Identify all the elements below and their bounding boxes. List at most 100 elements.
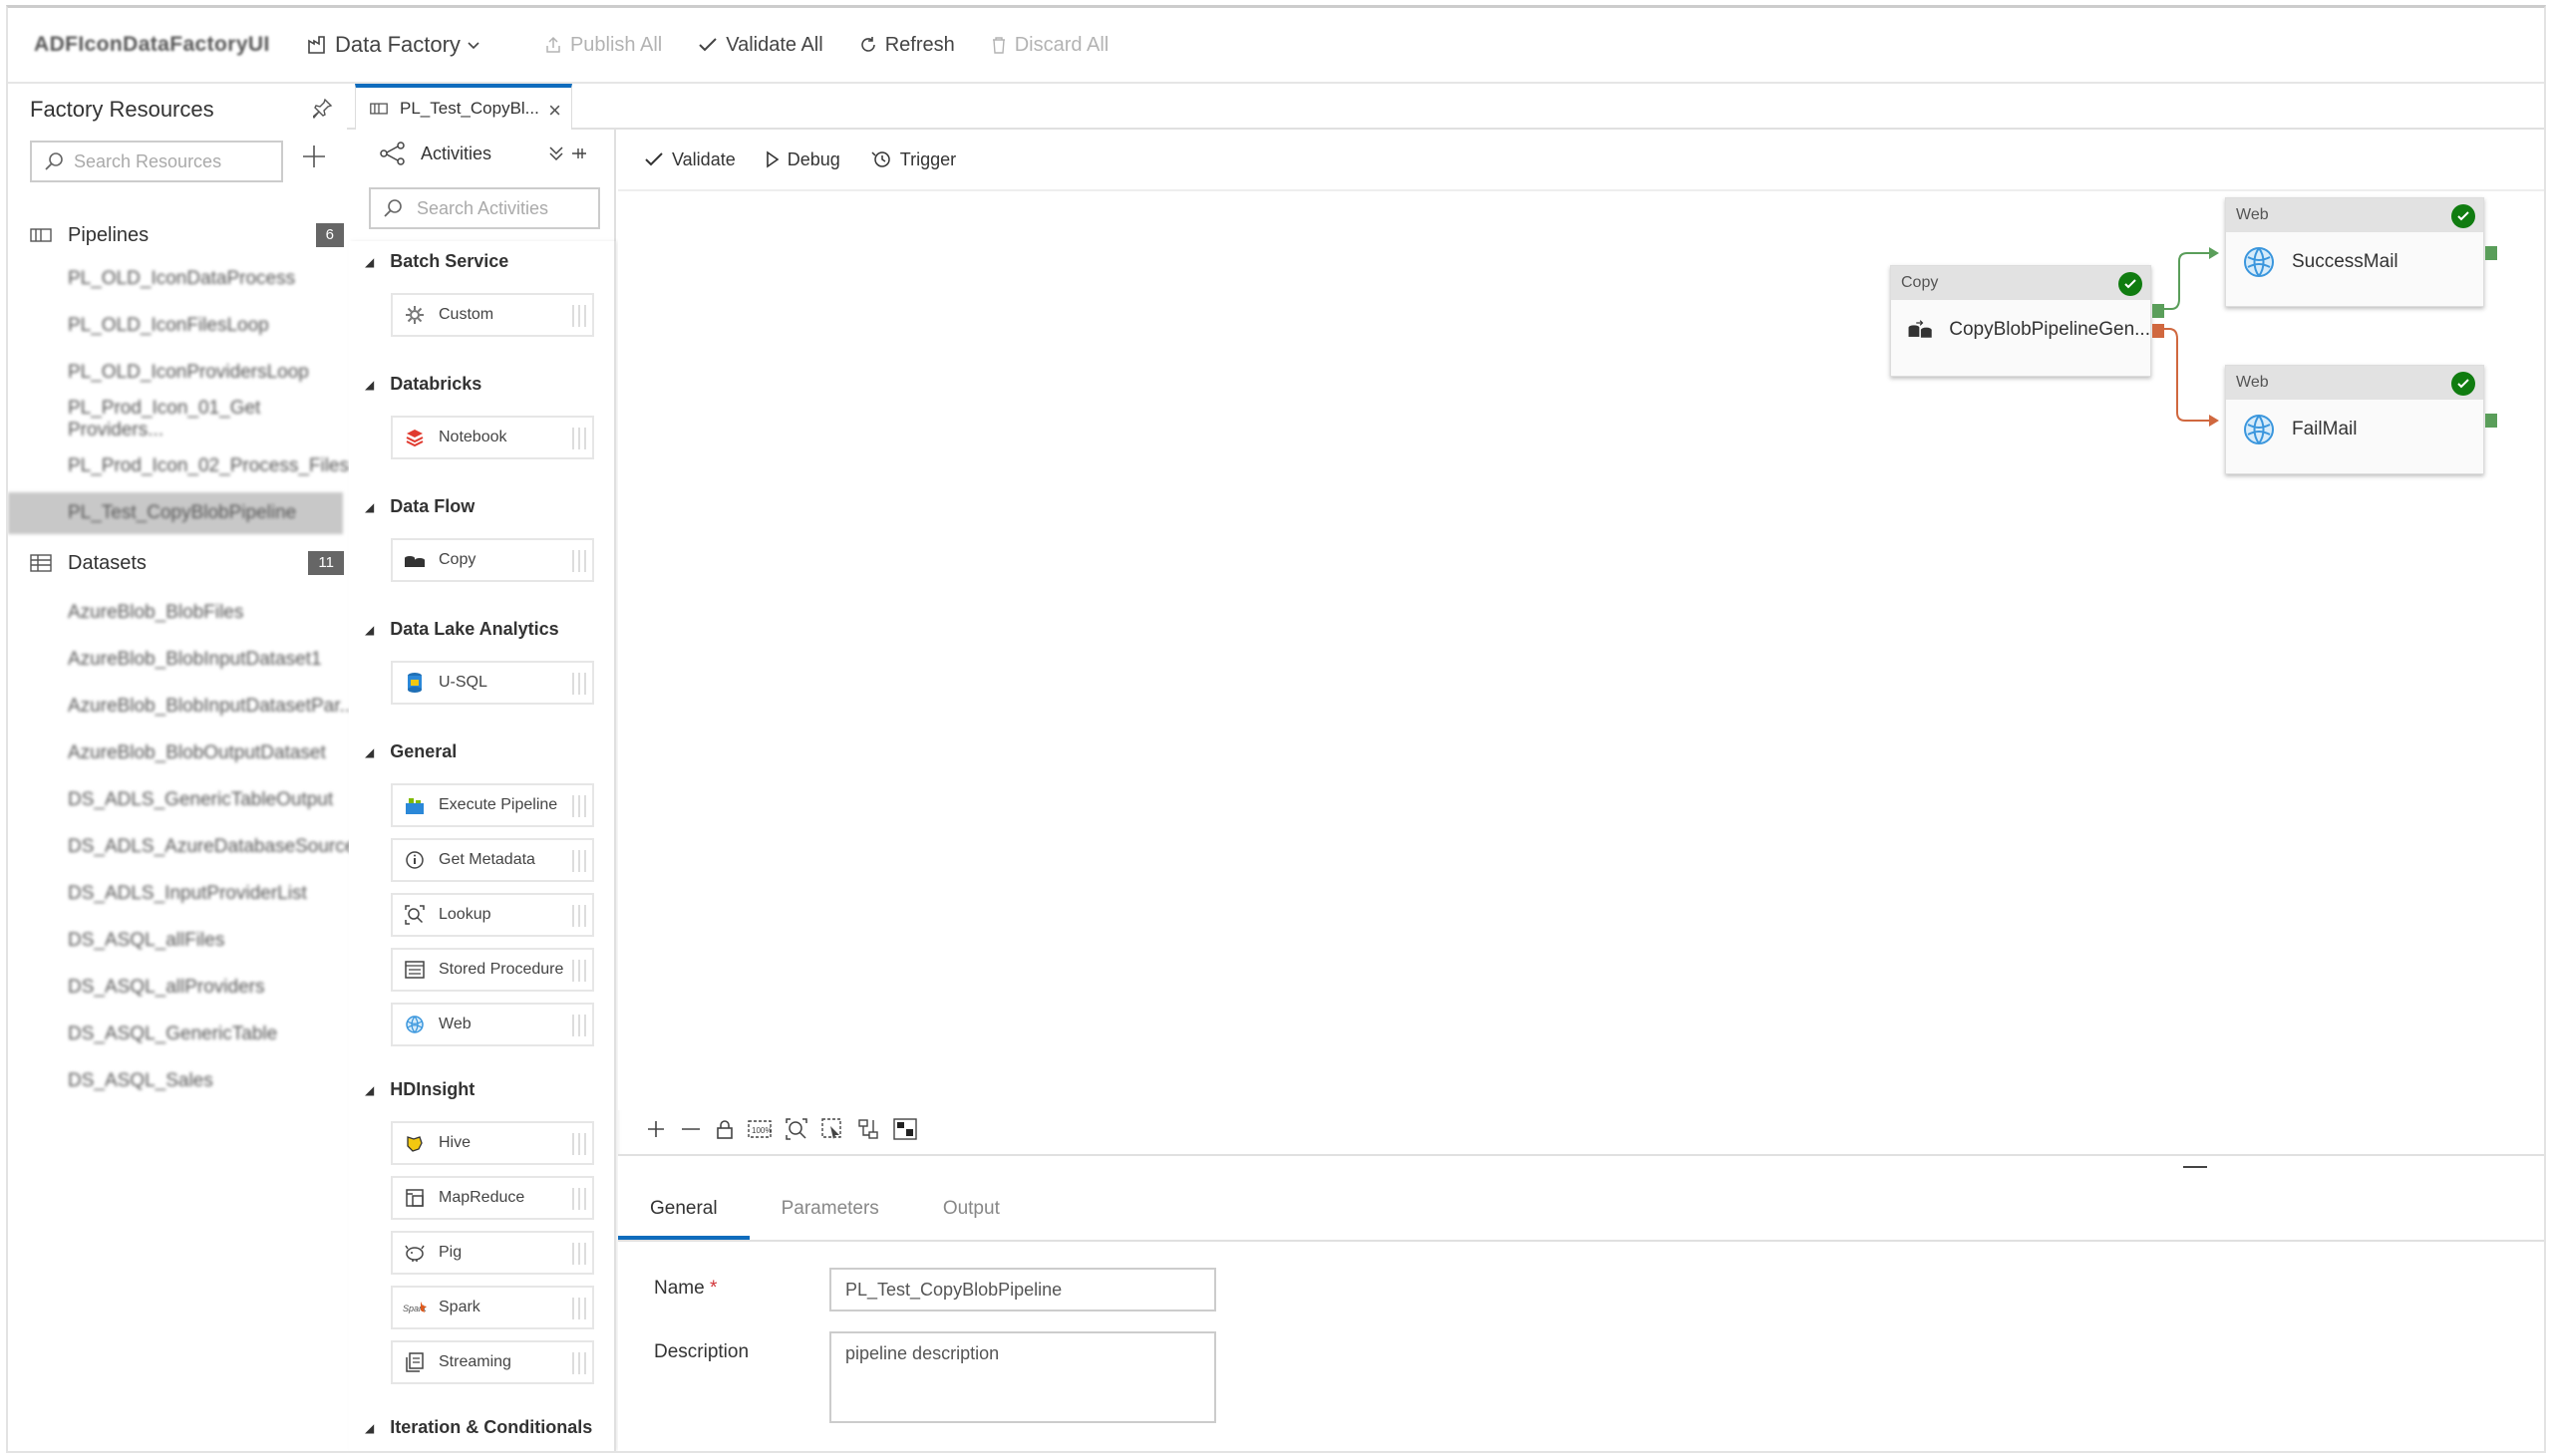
pipeline-description-input[interactable]: pipeline description <box>829 1331 1216 1423</box>
pin-icon[interactable] <box>313 98 333 120</box>
collapse-triangle-icon[interactable]: ◢ <box>365 745 374 759</box>
collapse-triangle-icon[interactable]: ◢ <box>365 1421 374 1435</box>
activity-hive[interactable]: Hive <box>391 1121 594 1165</box>
activity-stored-procedure[interactable]: Stored Procedure <box>391 948 594 992</box>
collapse-triangle-icon[interactable]: ◢ <box>365 378 374 392</box>
collapse-triangle-icon[interactable]: ◢ <box>365 1083 374 1097</box>
successmail-node[interactable]: Web SuccessMail <box>2225 197 2497 307</box>
activity-lookup[interactable]: Lookup <box>391 893 594 937</box>
pipeline-canvas[interactable]: Copy CopyBlobPipelineGen... Web SuccessM… <box>618 191 2544 1110</box>
activity-pig[interactable]: Pig <box>391 1231 594 1275</box>
category-databricks[interactable]: ◢ Databricks <box>365 374 481 395</box>
drag-handle-icon[interactable] <box>572 1015 586 1036</box>
drag-handle-icon[interactable] <box>572 1133 586 1155</box>
sidebar-item-dataset[interactable]: DS_ADLS_InputProviderList <box>8 873 343 915</box>
publish-all-button[interactable]: Publish All <box>544 34 662 57</box>
category-data-lake-analytics[interactable]: ◢ Data Lake Analytics <box>365 619 559 640</box>
collapse-activities-icon[interactable] <box>548 146 588 166</box>
drag-handle-icon[interactable] <box>572 305 586 327</box>
category-batch-service[interactable]: ◢ Batch Service <box>365 251 508 272</box>
drag-handle-icon[interactable] <box>572 428 586 449</box>
activity-execute-pipeline[interactable]: Execute Pipeline <box>391 783 594 827</box>
drag-handle-icon[interactable] <box>572 1188 586 1210</box>
add-resource-icon[interactable] <box>301 144 327 169</box>
data-factory-dropdown[interactable]: Data Factory <box>307 32 488 58</box>
sidebar-item-pipeline[interactable]: PL_OLD_IconProvidersLoop <box>8 352 343 394</box>
refresh-button[interactable]: Refresh <box>859 34 955 57</box>
activity-notebook[interactable]: Notebook <box>391 416 594 459</box>
activity-spark[interactable]: Spark Spark <box>391 1286 594 1329</box>
collapse-triangle-icon[interactable]: ◢ <box>365 623 374 637</box>
sidebar-item-pipeline[interactable]: PL_Prod_Icon_01_Get Providers... <box>8 398 343 440</box>
zoom-100-icon[interactable]: 100% <box>748 1119 772 1139</box>
drag-handle-icon[interactable] <box>572 960 586 982</box>
tab-output[interactable]: Output <box>911 1180 1032 1240</box>
collapse-triangle-icon[interactable]: ◢ <box>365 255 374 269</box>
minimap-icon[interactable] <box>893 1118 917 1140</box>
debug-button[interactable]: Debug <box>766 149 840 170</box>
sidebar-item-dataset[interactable]: DS_ASQL_allProviders <box>8 967 343 1009</box>
drag-handle-icon[interactable] <box>572 1352 586 1374</box>
zoom-out-icon[interactable] <box>680 1119 702 1139</box>
success-port[interactable] <box>2152 304 2164 318</box>
activity-u-sql[interactable]: U-SQL <box>391 661 594 705</box>
sidebar-item-pipeline[interactable]: PL_Prod_Icon_02_Process_Files <box>8 445 349 487</box>
sidebar-item-dataset[interactable]: AzureBlob_BlobInputDataset1 <box>8 639 343 681</box>
category-iteration-conditionals[interactable]: ◢ Iteration & Conditionals <box>365 1417 592 1438</box>
category-hdinsight[interactable]: ◢ HDInsight <box>365 1079 475 1100</box>
category-general[interactable]: ◢ General <box>365 741 457 762</box>
drag-handle-icon[interactable] <box>572 905 586 927</box>
drag-handle-icon[interactable] <box>572 673 586 695</box>
sidebar-item-dataset[interactable]: DS_ASQL_allFiles <box>8 920 343 962</box>
sidebar-item-dataset[interactable]: DS_ASQL_GenericTable <box>8 1014 343 1055</box>
collapse-triangle-icon[interactable]: ◢ <box>365 500 374 514</box>
sidebar-item-pipeline[interactable]: PL_OLD_IconDataProcess <box>8 258 343 300</box>
pipelines-header[interactable]: Pipelines 6 <box>30 220 344 250</box>
validate-button[interactable]: Validate <box>644 149 736 170</box>
sidebar-item-pipeline[interactable]: PL_Test_CopyBlobPipeline <box>8 492 343 534</box>
success-port[interactable] <box>2485 246 2497 260</box>
drag-handle-icon[interactable] <box>572 550 586 572</box>
sidebar-item-dataset[interactable]: DS_ADLS_AzureDatabaseSource... <box>8 826 371 868</box>
search-resources-input[interactable]: Search Resources <box>30 141 283 182</box>
success-port[interactable] <box>2485 414 2497 428</box>
sidebar-item-dataset[interactable]: AzureBlob_BlobFiles <box>8 592 343 634</box>
close-icon[interactable]: × <box>548 98 561 124</box>
activity-streaming[interactable]: Streaming <box>391 1340 594 1384</box>
discard-all-button[interactable]: Discard All <box>991 34 1109 57</box>
lock-icon[interactable] <box>716 1119 734 1139</box>
sidebar-item-dataset[interactable]: DS_ADLS_GenericTableOutput <box>8 779 343 821</box>
failure-port[interactable] <box>2152 324 2164 338</box>
drag-handle-icon[interactable] <box>572 1298 586 1319</box>
zoom-in-icon[interactable] <box>646 1119 666 1139</box>
tab-pipeline[interactable]: PL_Test_CopyBl... × <box>355 84 572 130</box>
search-activities-input[interactable]: Search Activities <box>369 187 600 229</box>
zoom-to-fit-icon[interactable] <box>786 1118 807 1140</box>
tab-parameters[interactable]: Parameters <box>750 1180 911 1240</box>
activity-label: Lookup <box>439 906 491 923</box>
sidebar-item-pipeline[interactable]: PL_OLD_IconFilesLoop <box>8 305 343 347</box>
trigger-button[interactable]: Trigger <box>870 149 956 170</box>
sidebar-item-dataset[interactable]: AzureBlob_BlobOutputDataset <box>8 732 343 774</box>
validate-label: Validate <box>672 148 736 169</box>
drag-handle-icon[interactable] <box>572 1243 586 1265</box>
validate-all-button[interactable]: Validate All <box>698 34 823 57</box>
drag-handle-icon[interactable] <box>572 850 586 872</box>
failmail-node[interactable]: Web FailMail <box>2225 365 2497 474</box>
activity-web[interactable]: Web <box>391 1003 594 1046</box>
activity-mapreduce[interactable]: MapReduce <box>391 1176 594 1220</box>
sidebar-item-dataset[interactable]: AzureBlob_BlobInputDatasetPar... <box>8 686 355 728</box>
tab-general[interactable]: General <box>618 1180 750 1240</box>
drag-handle-icon[interactable] <box>572 795 586 817</box>
pipeline-name-input[interactable] <box>829 1268 1216 1311</box>
auto-align-icon[interactable] <box>857 1118 879 1140</box>
category-data-flow[interactable]: ◢ Data Flow <box>365 496 475 517</box>
panel-resize-handle[interactable] <box>2183 1166 2207 1168</box>
multi-select-icon[interactable] <box>821 1118 843 1140</box>
datasets-header[interactable]: Datasets 11 <box>30 548 344 578</box>
sidebar-item-dataset[interactable]: DS_ASQL_Sales <box>8 1060 343 1102</box>
copy-activity-node[interactable]: Copy CopyBlobPipelineGen... <box>1890 265 2164 377</box>
activity-copy[interactable]: Copy <box>391 538 594 582</box>
activity-get-metadata[interactable]: Get Metadata <box>391 838 594 882</box>
activity-custom[interactable]: Custom <box>391 293 594 337</box>
